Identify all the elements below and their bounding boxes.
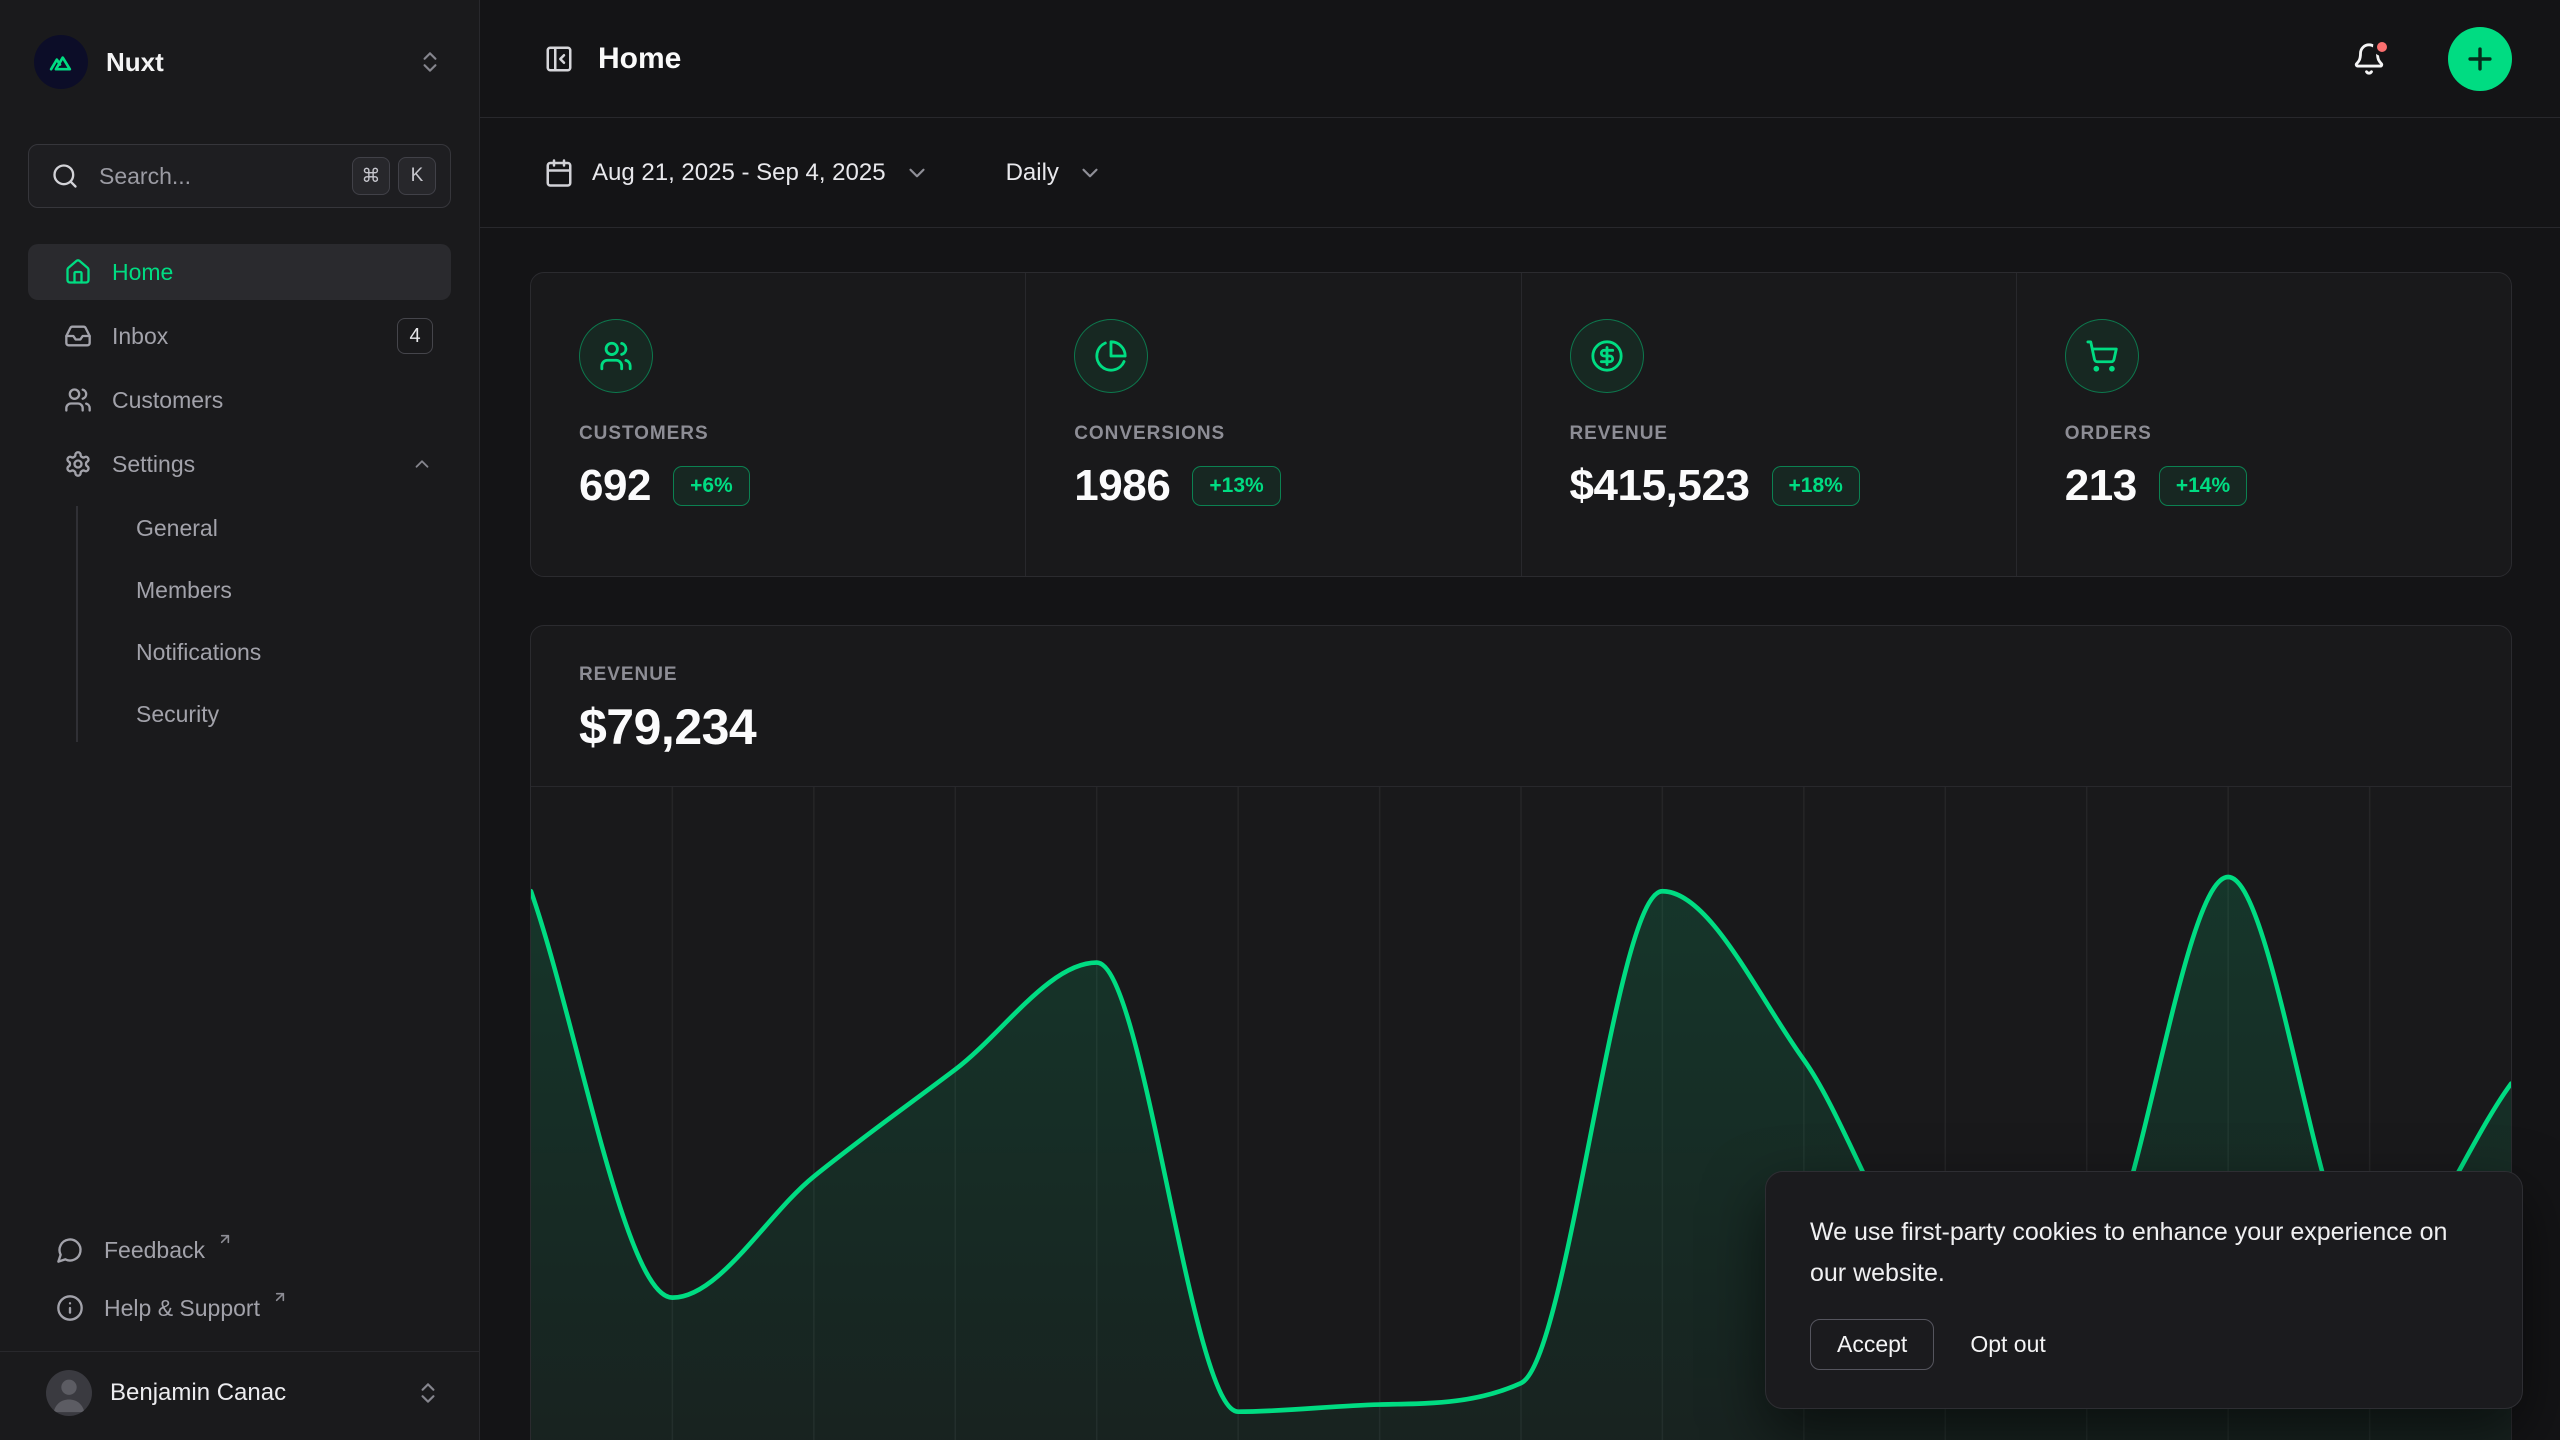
- search-shortcut: ⌘ K: [352, 157, 436, 195]
- kbd-k: K: [398, 157, 436, 195]
- inbox-icon: [64, 322, 92, 350]
- stat-value: 1986: [1074, 461, 1170, 511]
- chevrons-up-down-icon: [415, 1380, 441, 1406]
- avatar: [46, 1370, 92, 1416]
- search-icon: [51, 162, 79, 190]
- page-title: Home: [598, 42, 2328, 76]
- sidebar-item-customers[interactable]: Customers: [28, 372, 451, 428]
- revenue-panel-header: REVENUE $79,234: [531, 626, 2511, 787]
- search-placeholder: Search...: [99, 163, 332, 190]
- inbox-count-badge: 4: [397, 318, 433, 354]
- workspace-name: Nuxt: [106, 47, 399, 78]
- stat-delta-badge: +18%: [1772, 466, 1860, 506]
- shopping-cart-icon: [2065, 319, 2139, 393]
- sidebar-item-general[interactable]: General: [104, 500, 451, 556]
- chevron-down-icon: [904, 160, 930, 186]
- granularity-select[interactable]: Daily: [1006, 159, 1103, 187]
- info-circle-icon: [56, 1294, 84, 1322]
- stats-panel: CUSTOMERS 692 +6% CONVERSIONS 1986 +13%: [530, 272, 2512, 577]
- feedback-label: Feedback: [104, 1237, 205, 1264]
- sidebar-item-security[interactable]: Security: [104, 686, 451, 742]
- users-icon: [64, 386, 92, 414]
- granularity-value: Daily: [1006, 159, 1059, 187]
- sidebar-footer: Feedback Help & Support Benjami: [28, 1221, 451, 1440]
- cookie-message: We use first-party cookies to enhance yo…: [1810, 1212, 2478, 1293]
- settings-subnav: General Members Notifications Security: [28, 500, 451, 748]
- stat-card-orders: ORDERS 213 +14%: [2016, 273, 2511, 576]
- chevron-up-icon: [411, 453, 433, 475]
- stat-delta-badge: +14%: [2159, 466, 2247, 506]
- top-header: Home: [480, 0, 2560, 118]
- sidebar-collapse-button[interactable]: [544, 44, 574, 74]
- cookie-banner: We use first-party cookies to enhance yo…: [1765, 1171, 2523, 1409]
- sidebar-item-label: Settings: [112, 451, 391, 478]
- sidebar-nav: Home Inbox 4 Customers Settings: [28, 244, 451, 756]
- accept-button[interactable]: Accept: [1810, 1319, 1934, 1370]
- message-circle-icon: [56, 1236, 84, 1264]
- date-range-picker[interactable]: Aug 21, 2025 - Sep 4, 2025: [544, 158, 930, 188]
- house-icon: [64, 258, 92, 286]
- stat-delta-badge: +13%: [1192, 466, 1280, 506]
- stat-value: $415,523: [1570, 461, 1750, 511]
- sidebar-item-label: Inbox: [112, 323, 377, 350]
- revenue-label: REVENUE: [579, 664, 2463, 686]
- sidebar-item-settings[interactable]: Settings: [28, 436, 451, 492]
- sidebar-item-label: Home: [112, 259, 433, 286]
- user-name: Benjamin Canac: [110, 1379, 397, 1407]
- sidebar-item-notifications[interactable]: Notifications: [104, 624, 451, 680]
- sidebar: Nuxt Search... ⌘ K Home: [0, 0, 480, 1440]
- stat-label: ORDERS: [2065, 423, 2511, 445]
- stat-delta-badge: +6%: [673, 466, 750, 506]
- pie-chart-icon: [1074, 319, 1148, 393]
- stat-label: CUSTOMERS: [579, 423, 1025, 445]
- stat-value: 213: [2065, 461, 2137, 511]
- app-root: Nuxt Search... ⌘ K Home: [0, 0, 2560, 1440]
- arrow-up-right-icon: [217, 1231, 233, 1247]
- stat-card-revenue: REVENUE $415,523 +18%: [1521, 273, 2016, 576]
- workspace-switcher[interactable]: Nuxt: [28, 30, 451, 94]
- dollar-circle-icon: [1570, 319, 1644, 393]
- arrow-up-right-icon: [272, 1289, 288, 1305]
- help-support-link[interactable]: Help & Support: [28, 1279, 451, 1337]
- stat-label: CONVERSIONS: [1074, 423, 1520, 445]
- notifications-button[interactable]: [2352, 42, 2386, 76]
- kbd-meta: ⌘: [352, 157, 390, 195]
- stat-card-customers: CUSTOMERS 692 +6%: [531, 273, 1025, 576]
- users-icon: [579, 319, 653, 393]
- add-button[interactable]: [2448, 27, 2512, 91]
- chevrons-up-down-icon: [417, 49, 443, 75]
- opt-out-button[interactable]: Opt out: [1970, 1331, 2045, 1358]
- cookie-actions: Accept Opt out: [1810, 1319, 2478, 1370]
- sidebar-item-label: Customers: [112, 387, 433, 414]
- sidebar-item-members[interactable]: Members: [104, 562, 451, 618]
- gear-icon: [64, 450, 92, 478]
- chevron-down-icon: [1077, 160, 1103, 186]
- search-input[interactable]: Search... ⌘ K: [28, 144, 451, 208]
- stat-value: 692: [579, 461, 651, 511]
- filter-bar: Aug 21, 2025 - Sep 4, 2025 Daily: [480, 118, 2560, 228]
- date-range-value: Aug 21, 2025 - Sep 4, 2025: [592, 159, 886, 187]
- stat-card-conversions: CONVERSIONS 1986 +13%: [1025, 273, 1520, 576]
- revenue-total: $79,234: [579, 698, 2463, 756]
- user-menu[interactable]: Benjamin Canac: [28, 1352, 451, 1440]
- sidebar-item-home[interactable]: Home: [28, 244, 451, 300]
- calendar-icon: [544, 158, 574, 188]
- stat-label: REVENUE: [1570, 423, 2016, 445]
- notification-dot: [2373, 38, 2391, 56]
- feedback-link[interactable]: Feedback: [28, 1221, 451, 1279]
- plus-icon: [2463, 42, 2497, 76]
- sidebar-item-inbox[interactable]: Inbox 4: [28, 308, 451, 364]
- nuxt-logo: [34, 35, 88, 89]
- help-support-label: Help & Support: [104, 1295, 260, 1322]
